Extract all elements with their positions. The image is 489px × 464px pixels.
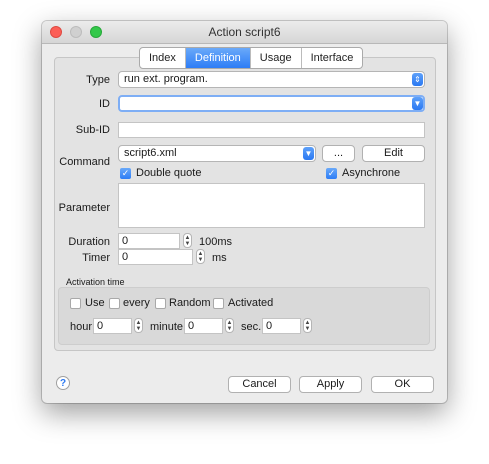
browse-button[interactable]: ... xyxy=(322,145,355,162)
asynchrone-checkbox[interactable]: ✓ xyxy=(326,168,337,179)
chevron-down-icon[interactable]: ▼ xyxy=(412,97,423,110)
hour-stepper[interactable]: ▲ ▼ xyxy=(134,318,143,333)
random-label: Random xyxy=(169,297,211,309)
duration-unit: 100ms xyxy=(199,236,233,248)
duration-stepper[interactable]: ▲ ▼ xyxy=(183,233,192,248)
minute-field[interactable]: 0 xyxy=(184,318,223,334)
command-combobox[interactable]: script6.xml ▼ xyxy=(118,145,316,162)
id-label: ID xyxy=(99,98,110,110)
minute-stepper[interactable]: ▲ ▼ xyxy=(225,318,234,333)
updown-arrows-icon: ⇕ xyxy=(412,73,423,86)
tab-index[interactable]: Index xyxy=(140,48,186,68)
updown-arrows-icon: ▲ ▼ xyxy=(197,251,204,263)
parameter-textarea[interactable] xyxy=(118,183,425,228)
activation-time-label: Activation time xyxy=(66,277,125,287)
double-quote-checkbox[interactable]: ✓ xyxy=(120,168,131,179)
subid-label: Sub-ID xyxy=(75,124,110,136)
activation-time-group xyxy=(58,287,430,345)
double-quote-label: Double quote xyxy=(136,167,202,179)
title-bar: Action script6 xyxy=(42,21,447,44)
subid-field[interactable] xyxy=(118,122,425,138)
hour-field[interactable]: 0 xyxy=(93,318,132,334)
dialog-window: Action script6 Index Definition Usage In… xyxy=(42,21,447,403)
duration-field[interactable]: 0 xyxy=(118,233,180,249)
sec-stepper[interactable]: ▲ ▼ xyxy=(303,318,312,333)
minute-label: minute xyxy=(150,321,184,333)
timer-unit: ms xyxy=(212,252,227,264)
updown-arrows-icon: ▲ ▼ xyxy=(184,235,191,247)
every-checkbox[interactable] xyxy=(109,298,120,309)
updown-arrows-icon: ▲ ▼ xyxy=(226,320,233,332)
help-button[interactable]: ? xyxy=(56,376,70,390)
tab-definition[interactable]: Definition xyxy=(185,48,251,68)
use-checkbox[interactable] xyxy=(70,298,81,309)
apply-button[interactable]: Apply xyxy=(299,376,362,393)
checkmark-icon: ✓ xyxy=(327,168,336,178)
hour-label: hour xyxy=(70,321,93,333)
asynchrone-label: Asynchrone xyxy=(342,167,401,179)
timer-stepper[interactable]: ▲ ▼ xyxy=(196,249,205,264)
every-label: every xyxy=(123,297,150,309)
random-checkbox[interactable] xyxy=(155,298,166,309)
checkmark-icon: ✓ xyxy=(121,168,130,178)
activated-label: Activated xyxy=(228,297,274,309)
tab-bar: Index Definition Usage Interface xyxy=(139,47,364,69)
parameter-label: Parameter xyxy=(58,202,110,214)
updown-arrows-icon: ▲ ▼ xyxy=(304,320,311,332)
type-label: Type xyxy=(86,74,110,86)
command-label: Command xyxy=(59,156,110,168)
updown-arrows-icon: ▲ ▼ xyxy=(135,320,142,332)
duration-label: Duration xyxy=(68,236,110,248)
tab-interface[interactable]: Interface xyxy=(302,48,363,68)
timer-field[interactable]: 0 xyxy=(118,249,193,265)
tab-usage[interactable]: Usage xyxy=(251,48,302,68)
type-select-value: run ext. program. xyxy=(124,73,208,85)
ok-button[interactable]: OK xyxy=(371,376,434,393)
timer-label: Timer xyxy=(82,252,110,264)
edit-button[interactable]: Edit xyxy=(362,145,425,162)
use-label: Use xyxy=(85,297,105,309)
sec-label: sec. xyxy=(241,321,262,333)
sec-field[interactable]: 0 xyxy=(262,318,301,334)
chevron-down-icon[interactable]: ▼ xyxy=(303,147,314,160)
command-combobox-value: script6.xml xyxy=(124,147,177,159)
type-select[interactable]: run ext. program. ⇕ xyxy=(118,71,425,88)
cancel-button[interactable]: Cancel xyxy=(228,376,291,393)
id-combobox[interactable]: ▼ xyxy=(118,95,425,112)
window-title: Action script6 xyxy=(208,25,281,39)
activated-checkbox[interactable] xyxy=(213,298,224,309)
